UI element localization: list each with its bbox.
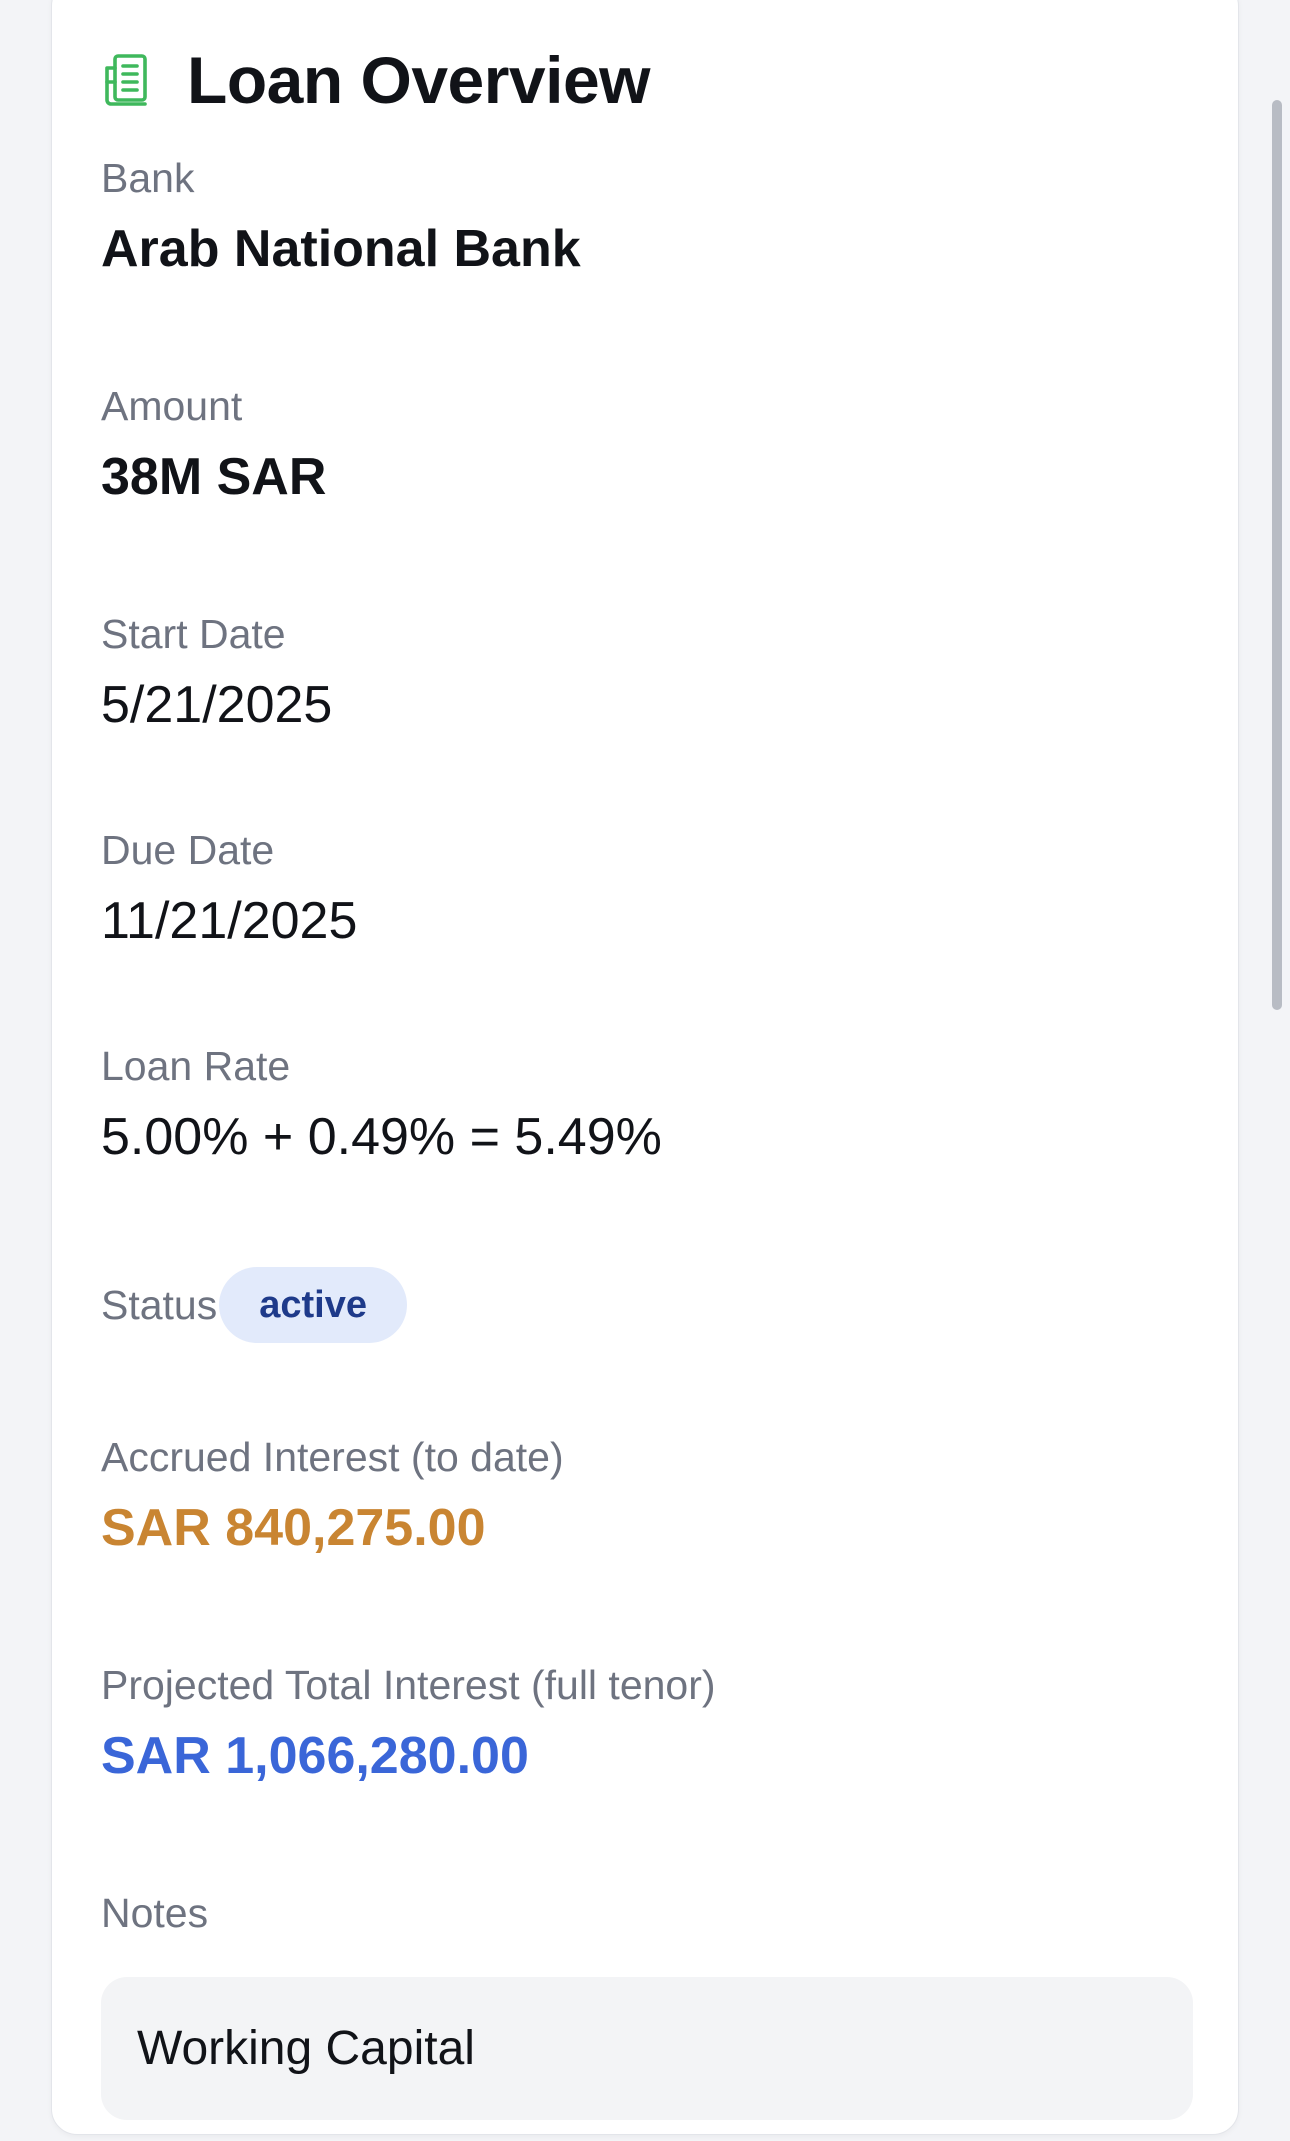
status-badge: active — [219, 1267, 407, 1343]
projected-interest-field: Projected Total Interest (full tenor) SA… — [101, 1661, 716, 1787]
due-date-field: Due Date 11/21/2025 — [101, 826, 357, 952]
start-date-field: Start Date 5/21/2025 — [101, 610, 332, 736]
scrollbar[interactable] — [1272, 100, 1282, 1010]
due-date-value: 11/21/2025 — [101, 892, 358, 950]
ledger-document-icon — [105, 54, 147, 106]
loan-overview-panel: Loan Overview Bank Arab National Bank Am… — [51, 0, 1239, 2141]
amount-label: Amount — [101, 383, 243, 429]
start-date-label: Start Date — [101, 611, 286, 657]
amount-field: Amount 38M SAR — [101, 382, 326, 508]
projected-interest-label: Projected Total Interest (full tenor) — [101, 1662, 716, 1708]
notes-box: Working Capital — [101, 1977, 1193, 2120]
notes-field: Notes — [101, 1889, 208, 1937]
loan-rate-label: Loan Rate — [101, 1043, 291, 1089]
accrued-interest-value: SAR 840,275.00 — [101, 1499, 486, 1557]
status-field: Status active — [101, 1267, 407, 1343]
loan-rate-field: Loan Rate 5.00% + 0.49% = 5.49% — [101, 1042, 662, 1168]
due-date-label: Due Date — [101, 827, 275, 873]
bank-value: Arab National Bank — [101, 220, 581, 278]
notes-label: Notes — [101, 1890, 209, 1936]
accrued-interest-label: Accrued Interest (to date) — [101, 1434, 564, 1480]
notes-value: Working Capital — [137, 2022, 475, 2075]
status-label: Status — [101, 1282, 218, 1328]
amount-value: 38M SAR — [101, 448, 327, 506]
bank-label: Bank — [101, 155, 195, 201]
projected-interest-value: SAR 1,066,280.00 — [101, 1727, 529, 1785]
loan-rate-value: 5.00% + 0.49% = 5.49% — [101, 1108, 662, 1166]
page-title: Loan Overview — [187, 43, 651, 117]
accrued-interest-field: Accrued Interest (to date) SAR 840,275.0… — [101, 1433, 564, 1559]
start-date-value: 5/21/2025 — [101, 676, 333, 734]
card-header: Loan Overview — [101, 40, 651, 120]
bank-field: Bank Arab National Bank — [101, 154, 581, 280]
